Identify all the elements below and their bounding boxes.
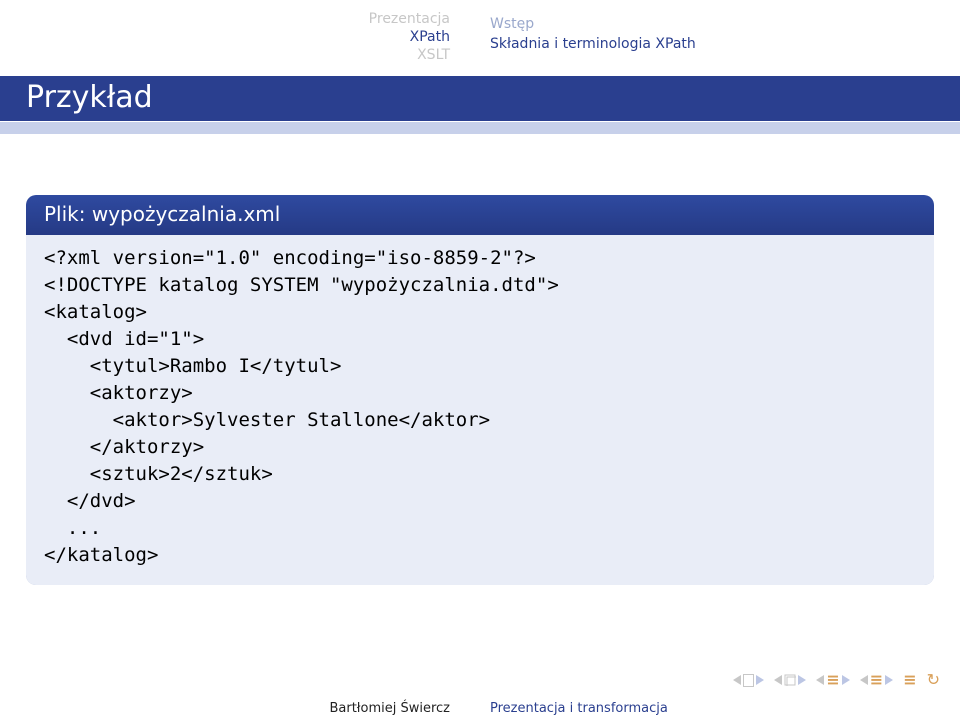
footer-title: Prezentacja i transformacja: [490, 701, 668, 716]
nav-frame[interactable]: [774, 674, 806, 686]
frame-title-bar: Przykład: [0, 76, 960, 121]
section-item-active[interactable]: XPath: [369, 28, 450, 46]
slide: Prezentacja XPath XSLT Wstęp Składnia i …: [0, 0, 960, 720]
example-caption: Plik: wypożyczalnia.xml: [26, 195, 934, 235]
subsection-item[interactable]: Wstęp: [490, 14, 696, 34]
footer: Bartłomiej Świercz Prezentacja i transfo…: [0, 694, 960, 720]
subsection-nav: Wstęp Składnia i terminologia XPath: [490, 14, 696, 54]
subsection-item-active[interactable]: Składnia i terminologia XPath: [490, 34, 696, 54]
frame-title-shadow: [0, 122, 960, 134]
goto-icon[interactable]: ≡: [903, 673, 916, 687]
nav-subsection[interactable]: ≡: [816, 673, 849, 687]
back-forward-icon[interactable]: ↻: [927, 673, 940, 687]
section-icon: ≡: [870, 673, 883, 687]
section-item[interactable]: XSLT: [369, 46, 450, 64]
example-code: <?xml version="1.0" encoding="iso-8859-2…: [26, 235, 934, 585]
footer-author: Bartłomiej Świercz: [329, 701, 450, 716]
frame-title: Przykład: [26, 80, 934, 115]
subsection-icon: ≡: [826, 673, 839, 687]
section-item[interactable]: Prezentacja: [369, 10, 450, 28]
example-block: Plik: wypożyczalnia.xml <?xml version="1…: [26, 195, 934, 585]
beamer-nav-icons: ≡ ≡ ≡ ↻: [733, 670, 940, 690]
header: Prezentacja XPath XSLT Wstęp Składnia i …: [0, 0, 960, 70]
section-nav: Prezentacja XPath XSLT: [369, 10, 450, 64]
slide-icon: [743, 674, 754, 687]
nav-section[interactable]: ≡: [860, 673, 893, 687]
nav-slide[interactable]: [733, 674, 764, 687]
